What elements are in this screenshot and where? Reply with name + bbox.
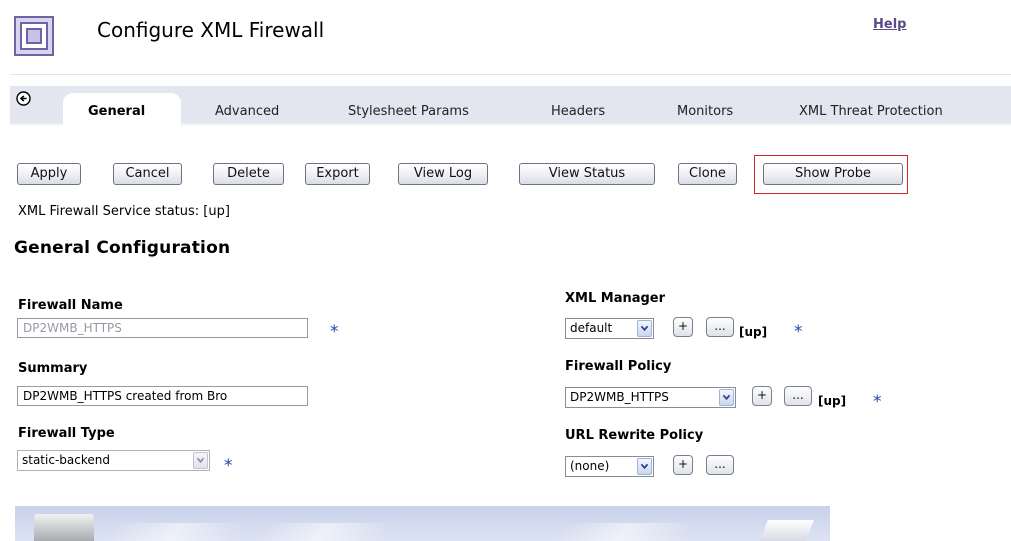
add-url-rewrite-policy-button[interactable]: + [673, 455, 693, 475]
required-marker: * [873, 392, 882, 412]
url-rewrite-policy-label: URL Rewrite Policy [565, 428, 704, 443]
appliance-box-image [34, 514, 94, 541]
required-marker: * [330, 322, 339, 342]
appliance-logo-icon [14, 16, 54, 56]
firewall-type-label: Firewall Type [18, 426, 115, 441]
chevron-down-icon [637, 320, 652, 337]
url-rewrite-policy-select[interactable]: (none) [565, 456, 654, 477]
clone-button[interactable]: Clone [678, 163, 737, 185]
firewall-type-value: static-backend [22, 453, 110, 467]
chevron-down-icon [637, 458, 652, 475]
banner-stripe [553, 523, 697, 541]
apply-button[interactable]: Apply [17, 163, 81, 185]
header-divider [10, 74, 1011, 75]
xml-manager-select[interactable]: default [565, 318, 654, 339]
chevron-down-icon [193, 452, 208, 469]
firewall-policy-select[interactable]: DP2WMB_HTTPS [565, 387, 736, 408]
tab-general[interactable]: General [88, 104, 145, 119]
url-rewrite-policy-value: (none) [570, 459, 610, 473]
edit-xml-manager-button[interactable]: ... [706, 317, 734, 337]
view-status-button[interactable]: View Status [519, 163, 655, 185]
chevron-down-icon [719, 389, 734, 406]
edit-url-rewrite-policy-button[interactable]: ... [706, 455, 734, 475]
tab-headers[interactable]: Headers [551, 104, 605, 119]
add-firewall-policy-button[interactable]: + [752, 386, 772, 406]
xml-manager-value: default [570, 321, 613, 335]
required-marker: * [224, 456, 233, 476]
show-probe-button[interactable]: Show Probe [763, 163, 903, 185]
firewall-name-label: Firewall Name [18, 298, 123, 313]
view-log-button[interactable]: View Log [398, 163, 488, 185]
cancel-button[interactable]: Cancel [113, 163, 182, 185]
banner-stripe [253, 523, 397, 541]
edit-firewall-policy-button[interactable]: ... [784, 386, 812, 406]
banner-stripe [103, 523, 247, 541]
help-link[interactable]: Help [873, 17, 906, 32]
back-arrow-icon[interactable] [16, 91, 31, 106]
tab-monitors[interactable]: Monitors [677, 104, 733, 119]
firewall-policy-label: Firewall Policy [565, 359, 672, 374]
summary-label: Summary [18, 361, 88, 376]
firewall-name-field: DP2WMB_HTTPS [17, 318, 308, 338]
summary-field[interactable]: DP2WMB_HTTPS created from Bro [17, 386, 308, 406]
firewall-policy-status: [up] [818, 394, 847, 408]
tab-xml-threat-protection[interactable]: XML Threat Protection [799, 104, 943, 119]
export-button[interactable]: Export [305, 163, 370, 185]
tab-advanced[interactable]: Advanced [215, 104, 279, 119]
required-marker: * [794, 322, 803, 342]
section-title: General Configuration [14, 238, 231, 258]
firewall-type-select: static-backend [17, 450, 210, 471]
xml-manager-label: XML Manager [565, 291, 666, 306]
xml-manager-status: [up] [739, 325, 768, 339]
page-title: Configure XML Firewall [97, 18, 325, 42]
firewall-policy-value: DP2WMB_HTTPS [570, 390, 669, 404]
service-status: XML Firewall Service status: [up] [18, 204, 230, 219]
delete-button[interactable]: Delete [213, 163, 284, 185]
tab-stylesheet-params[interactable]: Stylesheet Params [348, 104, 469, 119]
add-xml-manager-button[interactable]: + [673, 317, 693, 337]
banner-shape [760, 520, 814, 541]
